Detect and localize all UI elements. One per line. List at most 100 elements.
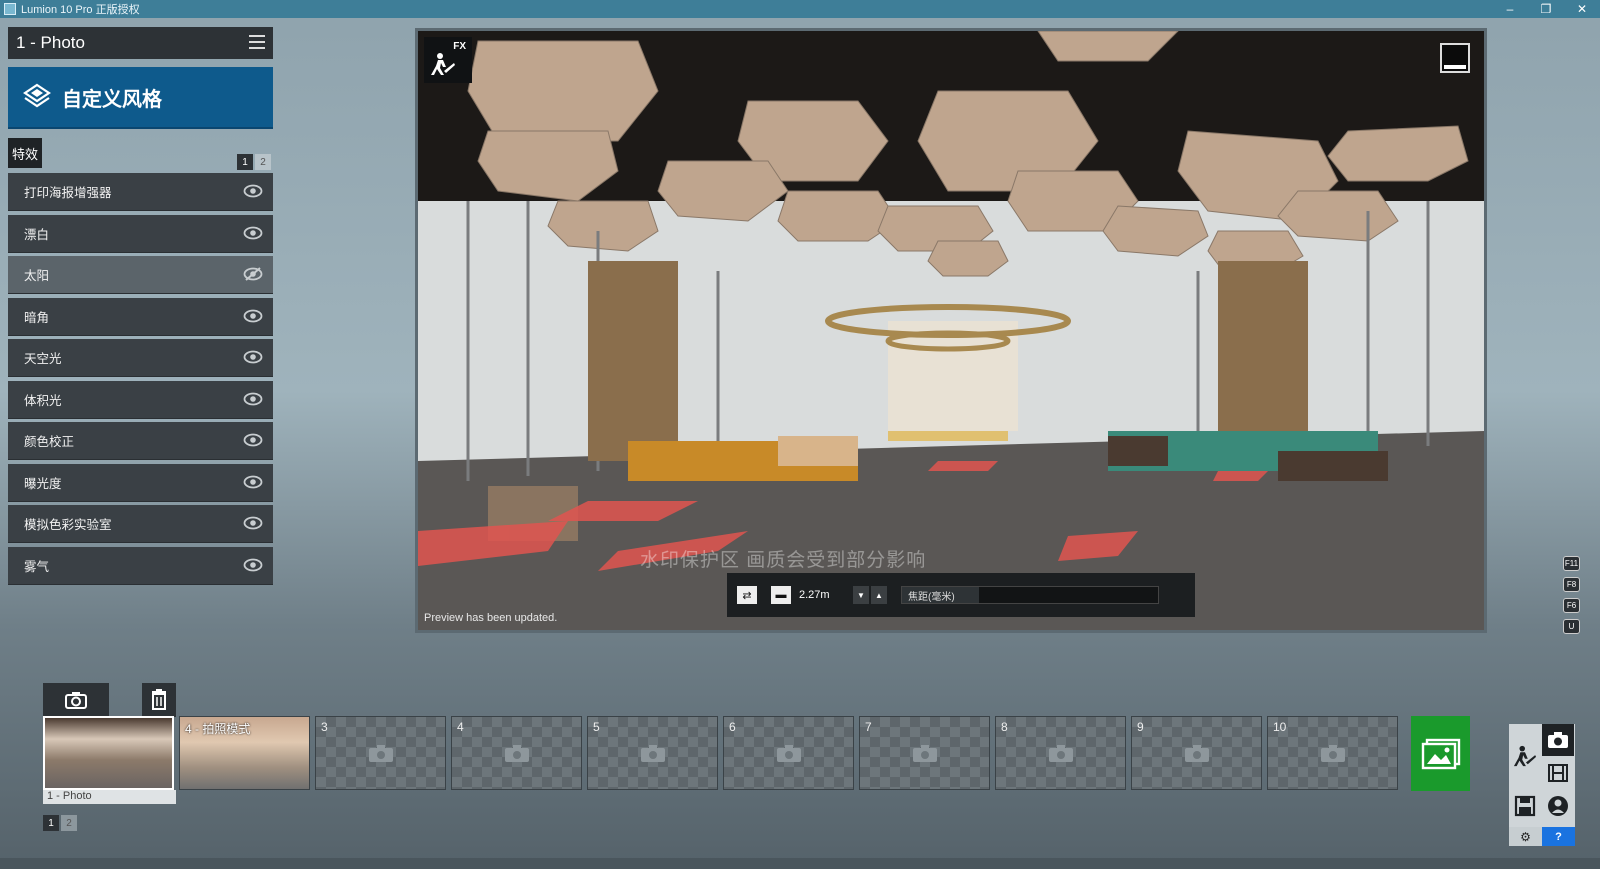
custom-style-label: 自定义风格 — [62, 88, 162, 111]
save-button[interactable] — [1509, 790, 1541, 822]
slot-number: 6 — [729, 720, 736, 734]
photo-slot-empty[interactable]: 9 — [1131, 716, 1262, 790]
eye-off-icon[interactable] — [243, 266, 263, 282]
photo-slot-empty[interactable]: 4 — [451, 716, 582, 790]
photo-slot-2[interactable]: 4 - 拍照模式 — [179, 716, 310, 790]
gear-icon[interactable]: ⚙ — [1509, 827, 1542, 846]
effects-list: 打印海报增强器 漂白 太阳 暗角 天空光 体积光 颜色校正 曝光度 模拟色彩实验… — [8, 173, 273, 588]
eye-icon[interactable] — [243, 557, 263, 573]
photo-name[interactable]: 1 - Photo — [16, 33, 85, 53]
eye-icon[interactable] — [243, 515, 263, 531]
360-panorama-button[interactable] — [1542, 790, 1574, 822]
filmstrip-page-1[interactable]: 1 — [43, 815, 59, 831]
camera-placeholder-icon — [369, 745, 393, 762]
title-bar: Lumion 10 Pro 正版授权 – ❐ ✕ — [0, 0, 1600, 18]
effect-item[interactable]: 太阳 — [8, 256, 273, 294]
photo-slot-empty[interactable]: 10 — [1267, 716, 1398, 790]
effect-item[interactable]: 模拟色彩实验室 — [8, 505, 273, 543]
key-f11[interactable]: F11 — [1563, 556, 1580, 571]
minimize-button[interactable]: – — [1492, 0, 1528, 18]
bottom-strip — [0, 858, 1600, 869]
worker-icon — [431, 53, 455, 75]
effect-label: 打印海报增强器 — [24, 186, 112, 200]
swap-camera-icon[interactable]: ⇄ — [737, 586, 757, 604]
eye-icon[interactable] — [243, 183, 263, 199]
photo-thumbnail — [45, 718, 172, 788]
photo-slot-1-caption: 1 - Photo — [43, 790, 176, 804]
shortcut-keys: F11 F8 F6 U — [1563, 556, 1580, 634]
effect-label: 暗角 — [24, 310, 50, 325]
render-viewport[interactable]: FX Preview has been updated. — [415, 28, 1487, 633]
photo-slot-empty[interactable]: 5 — [587, 716, 718, 790]
camera-placeholder-icon — [641, 745, 665, 762]
effect-label: 漂白 — [24, 227, 50, 242]
slot-number: 5 — [593, 720, 600, 734]
eye-icon[interactable] — [243, 308, 263, 324]
eye-icon[interactable] — [243, 432, 263, 448]
window-controls: – ❐ ✕ — [1492, 0, 1600, 18]
photo-name-header[interactable]: 1 - Photo — [8, 27, 273, 59]
build-mode-button[interactable] — [1509, 740, 1541, 772]
slot-number: 4 — [457, 720, 464, 734]
effects-page-2[interactable]: 2 — [255, 154, 271, 170]
effect-item[interactable]: 体积光 — [8, 380, 273, 419]
custom-style-button[interactable]: 自定义风格 — [8, 67, 273, 129]
effect-item[interactable]: 漂白 — [8, 214, 273, 253]
render-photo-button[interactable] — [1411, 716, 1470, 791]
slot-number: 3 — [321, 720, 328, 734]
photo-slot-empty[interactable]: 3 — [315, 716, 446, 790]
slot-number: 7 — [865, 720, 872, 734]
window-title: Lumion 10 Pro 正版授权 — [21, 4, 140, 16]
focal-length-slider[interactable]: 焦距(毫米) — [901, 586, 1159, 604]
effects-page-selector: 1 2 — [237, 154, 271, 170]
camera-height-value[interactable]: 2.27m — [799, 589, 853, 601]
camera-controls: ⇄ ▬ 2.27m ▼ ▲ 焦距(毫米) — [727, 573, 1195, 617]
filmstrip-page-2[interactable]: 2 — [61, 815, 77, 831]
camera-height-icon[interactable]: ▬ — [771, 586, 791, 604]
eye-icon[interactable] — [243, 349, 263, 365]
hamburger-menu-icon[interactable] — [249, 35, 265, 49]
maximize-button[interactable]: ❐ — [1528, 0, 1564, 18]
camera-placeholder-icon — [505, 745, 529, 762]
key-f6[interactable]: F6 — [1563, 598, 1580, 613]
key-u[interactable]: U — [1563, 619, 1580, 634]
key-f8[interactable]: F8 — [1563, 577, 1580, 592]
effect-label: 天空光 — [24, 352, 62, 366]
help-button[interactable]: ? — [1542, 827, 1575, 846]
delete-photo-button[interactable] — [142, 683, 176, 717]
photo-mode-button[interactable] — [1542, 724, 1574, 756]
close-button[interactable]: ✕ — [1564, 0, 1600, 18]
effect-item[interactable]: 暗角 — [8, 297, 273, 336]
eye-icon[interactable] — [243, 391, 263, 407]
watermark-text: 水印保护区 画质会受到部分影响 — [640, 550, 927, 571]
height-up-button[interactable]: ▲ — [871, 586, 887, 604]
slot-number: 9 — [1137, 720, 1144, 734]
film-icon — [1548, 764, 1568, 782]
save-icon — [1514, 795, 1536, 817]
fx-label: FX — [453, 41, 466, 52]
worker-icon — [1513, 745, 1537, 767]
effect-item[interactable]: 颜色校正 — [8, 422, 273, 460]
photo-slot-empty[interactable]: 8 — [995, 716, 1126, 790]
slot-number: 8 — [1001, 720, 1008, 734]
photo-slot-label: 4 - 拍照模式 — [185, 722, 251, 736]
fullscreen-toggle[interactable] — [1440, 43, 1470, 73]
fx-badge[interactable]: FX — [424, 37, 472, 83]
photo-slot-empty[interactable]: 7 — [859, 716, 990, 790]
camera-icon — [1548, 732, 1568, 748]
effect-item[interactable]: 打印海报增强器 — [8, 173, 273, 211]
camera-icon — [65, 692, 87, 709]
eye-icon[interactable] — [243, 474, 263, 490]
photo-slot-empty[interactable]: 6 — [723, 716, 854, 790]
effect-item[interactable]: 曝光度 — [8, 463, 273, 502]
eye-icon[interactable] — [243, 225, 263, 241]
height-down-button[interactable]: ▼ — [853, 586, 869, 604]
take-photo-button[interactable] — [43, 683, 109, 717]
movie-mode-button[interactable] — [1542, 757, 1574, 789]
effect-item[interactable]: 雾气 — [8, 546, 273, 585]
effects-tab[interactable]: 特效 — [8, 138, 42, 168]
photo-slot-1[interactable] — [43, 716, 174, 790]
effect-item[interactable]: 天空光 — [8, 339, 273, 377]
effect-label: 体积光 — [24, 393, 62, 408]
effects-page-1[interactable]: 1 — [237, 154, 253, 170]
